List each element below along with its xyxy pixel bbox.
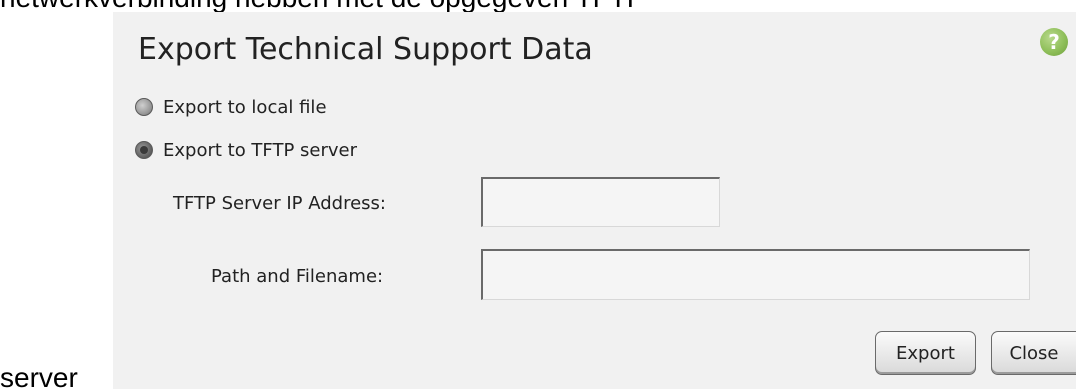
path-filename-input[interactable] — [481, 249, 1030, 300]
background-text-bottom: server — [0, 362, 78, 389]
path-filename-label: Path and Filename: — [211, 266, 384, 287]
tftp-ip-label: TFTP Server IP Address: — [173, 193, 386, 214]
option-export-tftp-server[interactable]: Export to TFTP server — [135, 138, 357, 162]
close-button[interactable]: Close — [991, 331, 1076, 375]
option-export-local-file[interactable]: Export to local file — [135, 95, 327, 119]
option-label-local-file: Export to local file — [163, 96, 327, 118]
export-button[interactable]: Export — [875, 331, 976, 375]
radio-export-local-file[interactable] — [135, 98, 153, 116]
option-label-tftp-server: Export to TFTP server — [163, 139, 358, 161]
dialog-title: Export Technical Support Data — [138, 32, 593, 67]
radio-export-tftp-server[interactable] — [135, 141, 153, 159]
tftp-ip-input[interactable] — [481, 177, 720, 227]
export-support-data-dialog: Export Technical Support Data ? Export t… — [113, 12, 1076, 389]
help-icon[interactable]: ? — [1040, 28, 1068, 56]
background-text-top: netwerkverbinding hebben met de opgegeve… — [0, 0, 645, 12]
